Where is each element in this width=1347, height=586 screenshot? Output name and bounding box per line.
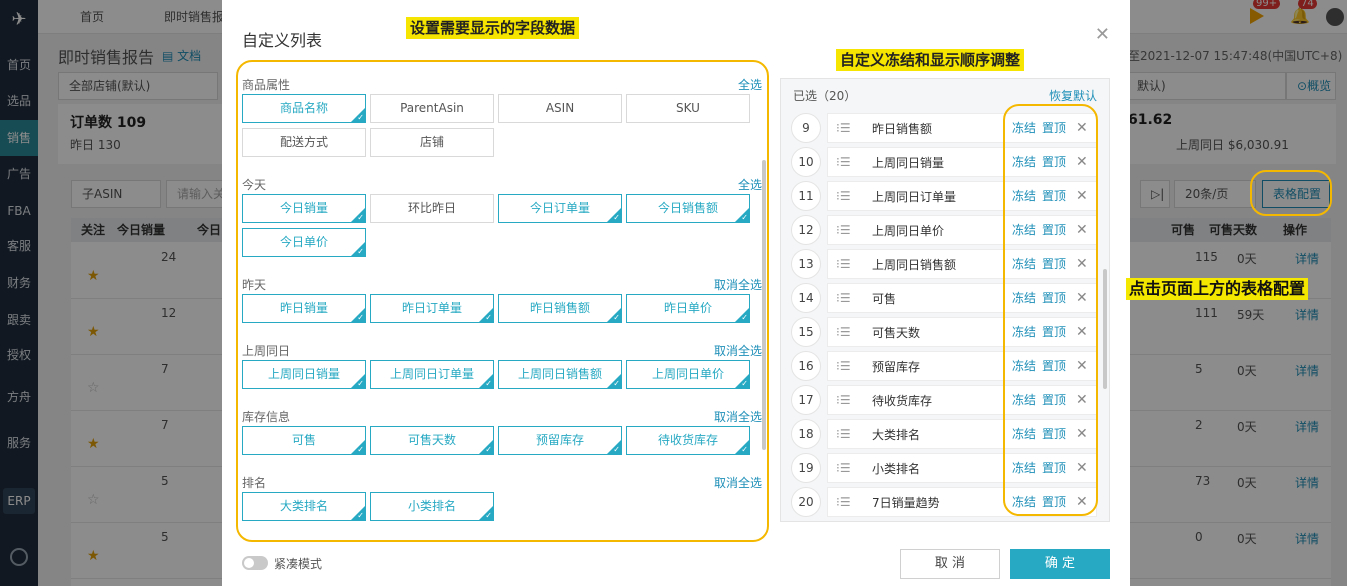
close-icon[interactable]: ✕ [1095, 26, 1110, 44]
annotation-fields-text: 设置需要显示的字段数据 [406, 17, 580, 39]
drag-handle-icon[interactable]: ⁝☰ [836, 257, 851, 271]
drag-handle-icon[interactable]: ⁝☰ [836, 189, 851, 203]
check-icon: ✓ [357, 213, 364, 222]
order-number: 14 [791, 283, 821, 313]
confirm-button[interactable]: 确 定 [1010, 549, 1110, 579]
selected-panel-scrollbar[interactable] [1103, 269, 1107, 389]
check-icon: ✓ [613, 313, 620, 322]
column-name: 上周同日销量 [872, 156, 945, 170]
order-number: 15 [791, 317, 821, 347]
order-number: 17 [791, 385, 821, 415]
column-name: 上周同日销售额 [872, 258, 957, 272]
check-icon: ✓ [485, 379, 492, 388]
check-icon: ✓ [741, 213, 748, 222]
check-icon: ✓ [485, 445, 492, 454]
cancel-button[interactable]: 取 消 [900, 549, 1000, 579]
drag-handle-icon[interactable]: ⁝☰ [836, 359, 851, 373]
selected-count: 已选（20） [793, 89, 857, 103]
compact-mode-label: 紧凑模式 [274, 557, 323, 571]
column-name: 大类排名 [872, 428, 921, 442]
column-name: 预留库存 [872, 360, 921, 374]
column-name: 可售 [872, 292, 897, 306]
check-icon: ✓ [357, 445, 364, 454]
drag-handle-icon[interactable]: ⁝☰ [836, 291, 851, 305]
drag-handle-icon[interactable]: ⁝☰ [836, 223, 851, 237]
column-name: 7日销量趋势 [872, 496, 940, 510]
check-icon: ✓ [613, 213, 620, 222]
check-icon: ✓ [741, 313, 748, 322]
check-icon: ✓ [485, 313, 492, 322]
reset-default-link[interactable]: 恢复默认 [1049, 87, 1097, 104]
check-icon: ✓ [357, 113, 364, 122]
check-icon: ✓ [485, 511, 492, 520]
dialog-title: 自定义列表 [242, 31, 323, 50]
column-name: 待收货库存 [872, 394, 933, 408]
check-icon: ✓ [613, 445, 620, 454]
order-number: 12 [791, 215, 821, 245]
check-icon: ✓ [613, 379, 620, 388]
annotation-frame-config [1250, 170, 1332, 216]
order-number: 19 [791, 453, 821, 483]
annotation-frame-fields [236, 60, 769, 542]
column-name: 昨日销售额 [872, 122, 933, 136]
order-number: 11 [791, 181, 821, 211]
annotation-config-text: 点击页面上方的表格配置 [1126, 278, 1309, 300]
order-number: 10 [791, 147, 821, 177]
drag-handle-icon[interactable]: ⁝☰ [836, 393, 851, 407]
drag-handle-icon[interactable]: ⁝☰ [836, 325, 851, 339]
annotation-order-text: 自定义冻结和显示顺序调整 [836, 49, 1025, 71]
check-icon: ✓ [741, 445, 748, 454]
compact-mode-toggle[interactable] [242, 556, 268, 570]
column-name: 可售天数 [872, 326, 921, 340]
drag-handle-icon[interactable]: ⁝☰ [836, 427, 851, 441]
column-name: 小类排名 [872, 462, 921, 476]
check-icon: ✓ [357, 313, 364, 322]
check-icon: ✓ [741, 379, 748, 388]
order-number: 16 [791, 351, 821, 381]
drag-handle-icon[interactable]: ⁝☰ [836, 121, 851, 135]
drag-handle-icon[interactable]: ⁝☰ [836, 495, 851, 509]
order-number: 13 [791, 249, 821, 279]
drag-handle-icon[interactable]: ⁝☰ [836, 461, 851, 475]
column-name: 上周同日订单量 [872, 190, 957, 204]
order-number: 18 [791, 419, 821, 449]
annotation-frame-order [1003, 104, 1098, 516]
order-number: 20 [791, 487, 821, 517]
check-icon: ✓ [357, 247, 364, 256]
order-number: 9 [791, 113, 821, 143]
drag-handle-icon[interactable]: ⁝☰ [836, 155, 851, 169]
check-icon: ✓ [357, 379, 364, 388]
check-icon: ✓ [357, 511, 364, 520]
column-name: 上周同日单价 [872, 224, 945, 238]
